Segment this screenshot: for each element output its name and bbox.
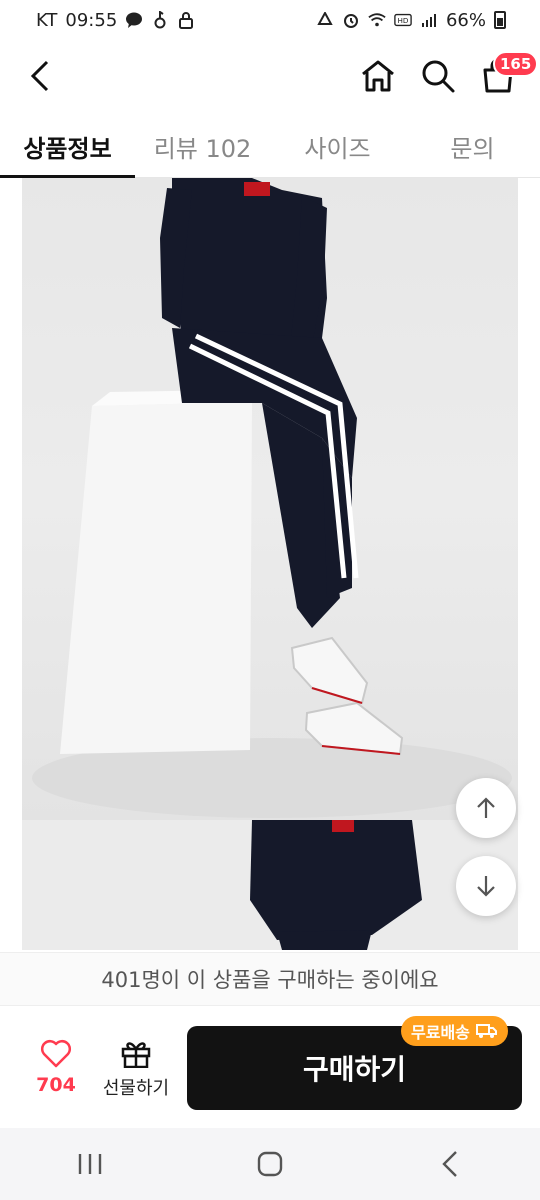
search-button[interactable]	[416, 54, 460, 98]
scroll-up-button[interactable]	[456, 778, 516, 838]
gift-icon	[121, 1042, 151, 1068]
wifi-icon	[368, 11, 386, 29]
recycle-icon	[316, 11, 334, 29]
back-button[interactable]	[18, 54, 62, 98]
tab-size[interactable]: 사이즈	[270, 116, 405, 177]
tab-reviews[interactable]: 리뷰 102	[135, 116, 270, 177]
gift-button[interactable]: 선물하기	[96, 1038, 176, 1104]
lock-icon	[177, 11, 195, 29]
truck-icon	[475, 1024, 497, 1038]
recent-apps-icon	[78, 1154, 102, 1174]
status-left: KT 09:55	[36, 10, 195, 31]
purchase-notice: 401명이 이 상품을 구매하는 중이에요	[0, 952, 540, 1006]
home-button[interactable]	[356, 54, 400, 98]
free-shipping-label: 무료배송	[411, 1023, 470, 1042]
carrier-label: KT	[36, 9, 58, 31]
chat-icon	[125, 11, 143, 29]
bottom-action-bar: 704 선물하기 구매하기 무료배송	[0, 1008, 540, 1126]
back-nav-button[interactable]	[420, 1134, 480, 1194]
home-icon	[362, 60, 394, 92]
tab-product-info[interactable]: 상품정보	[0, 116, 135, 178]
product-photo	[22, 178, 518, 820]
free-shipping-badge: 무료배송	[401, 1016, 508, 1046]
arrow-down-icon	[477, 876, 495, 897]
model-photo-illustration	[32, 178, 512, 818]
battery-icon	[494, 11, 506, 29]
hd-icon: HD	[394, 11, 412, 29]
search-icon	[422, 60, 455, 93]
like-button[interactable]: 704	[28, 1038, 84, 1104]
gift-label: 선물하기	[102, 1078, 170, 1099]
product-detail-images[interactable]	[0, 178, 540, 950]
signal-icon	[420, 11, 438, 29]
status-right: HD 66%	[316, 10, 506, 31]
tab-inquiry[interactable]: 문의	[405, 116, 540, 177]
back-nav-icon	[442, 1151, 457, 1177]
status-bar: KT 09:55 HD 66%	[0, 0, 540, 40]
like-count: 704	[36, 1074, 76, 1096]
arrow-up-icon	[477, 797, 495, 818]
system-nav-bar	[0, 1128, 540, 1200]
back-icon	[30, 60, 49, 92]
scroll-down-button[interactable]	[456, 856, 516, 916]
app-header	[0, 44, 540, 112]
heart-icon	[40, 1039, 72, 1068]
clock: 09:55	[65, 9, 118, 31]
battery-percent: 66%	[445, 9, 486, 31]
model-photo-illustration-2	[250, 820, 422, 950]
key-icon	[151, 11, 169, 29]
product-photo-2	[22, 820, 518, 950]
home-nav-button[interactable]	[240, 1134, 300, 1194]
alarm-icon	[342, 11, 360, 29]
recent-apps-button[interactable]	[60, 1134, 120, 1194]
cart-count-badge: 165	[493, 51, 539, 77]
product-tabs: 상품정보 리뷰 102 사이즈 문의	[0, 116, 540, 178]
svg-text:HD: HD	[398, 16, 409, 25]
home-nav-icon	[257, 1151, 283, 1177]
